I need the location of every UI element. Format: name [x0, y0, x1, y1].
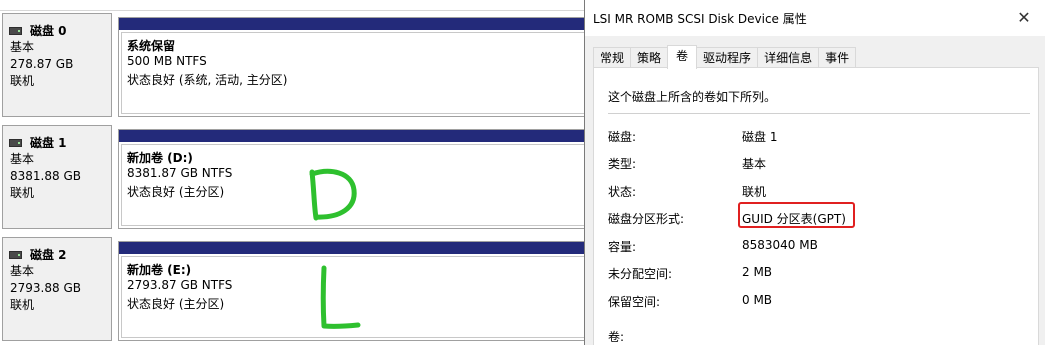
disk-name: 磁盘 1	[30, 136, 67, 150]
volume-state: 状态良好 (系统, 活动, 主分区)	[127, 73, 288, 87]
tab-details[interactable]: 详细信息	[757, 47, 820, 68]
disk-status: 联机	[10, 74, 35, 88]
prop-label-reserved: 保留空间:	[608, 295, 661, 309]
prop-label-capacity: 容量:	[608, 240, 637, 254]
volumes-tab-page: 这个磁盘上所含的卷如下所列。 磁盘: 磁盘 1 类型: 基本 状态: 联机 磁盘…	[593, 67, 1039, 345]
volume-header-bar	[119, 18, 587, 30]
divider	[608, 113, 1030, 114]
disk-type: 基本	[10, 152, 35, 166]
close-icon: ✕	[1017, 7, 1031, 27]
disk-row[interactable]: 磁盘 2 基本 2793.88 GB 联机 新加卷 (E:) 2793.87 G…	[0, 237, 600, 345]
disk-icon	[9, 250, 22, 259]
volume-filesystem: 2793.87 GB NTFS	[127, 278, 233, 292]
close-button[interactable]: ✕	[1011, 4, 1037, 30]
disk-type: 基本	[10, 264, 35, 278]
volume-title: 系统保留	[127, 39, 176, 53]
disk-properties-dialog: LSI MR ROMB SCSI Disk Device 属性 ✕ 常规 策略 …	[584, 0, 1045, 345]
tab-policies[interactable]: 策略	[630, 47, 669, 68]
volume-header-bar	[119, 130, 587, 142]
volumes-list-label: 卷:	[608, 330, 625, 344]
prop-value-status: 联机	[742, 185, 767, 199]
prop-label-unallocated: 未分配空间:	[608, 267, 673, 281]
volumes-intro-text: 这个磁盘上所含的卷如下所列。	[608, 90, 777, 104]
disk-label[interactable]: 磁盘 1 基本 8381.88 GB 联机	[2, 125, 112, 229]
volume-partition[interactable]: 系统保留 500 MB NTFS 状态良好 (系统, 活动, 主分区)	[118, 17, 588, 117]
disk-name: 磁盘 0	[30, 24, 67, 38]
volume-header-bar	[119, 242, 587, 254]
disk-size: 2793.88 GB	[10, 281, 81, 295]
tab-strip: 常规 策略 卷 驱动程序 详细信息 事件	[593, 45, 857, 69]
top-divider	[0, 0, 600, 11]
volume-title: 新加卷 (E:)	[127, 263, 192, 277]
volume-state: 状态良好 (主分区)	[127, 297, 225, 311]
volume-title: 新加卷 (D:)	[127, 151, 193, 165]
disk-size: 8381.88 GB	[10, 169, 81, 183]
disk-icon	[9, 26, 22, 35]
handwritten-d-annotation	[309, 168, 357, 221]
prop-label-type: 类型:	[608, 157, 637, 171]
dialog-title: LSI MR ROMB SCSI Disk Device 属性	[593, 12, 807, 26]
disk-icon	[9, 138, 22, 147]
tab-events[interactable]: 事件	[818, 47, 857, 68]
prop-value-type: 基本	[742, 157, 767, 171]
disk-management-panel: 磁盘 0 基本 278.87 GB 联机 系统保留 500 MB NTFS 状态…	[0, 0, 600, 345]
dialog-titlebar[interactable]: LSI MR ROMB SCSI Disk Device 属性 ✕	[585, 0, 1045, 36]
handwritten-l-annotation	[320, 265, 361, 329]
disk-label[interactable]: 磁盘 0 基本 278.87 GB 联机	[2, 13, 112, 117]
prop-value-capacity: 8583040 MB	[742, 238, 818, 252]
disk-status: 联机	[10, 298, 35, 312]
disk-name-line: 磁盘 1	[9, 134, 67, 151]
volume-body[interactable]: 系统保留 500 MB NTFS 状态良好 (系统, 活动, 主分区)	[121, 32, 585, 114]
prop-value-disk: 磁盘 1	[742, 130, 778, 144]
disk-name-line: 磁盘 0	[9, 22, 67, 39]
disk-row[interactable]: 磁盘 0 基本 278.87 GB 联机 系统保留 500 MB NTFS 状态…	[0, 13, 600, 121]
highlight-box	[738, 202, 855, 228]
prop-label-disk: 磁盘:	[608, 130, 637, 144]
disk-size: 278.87 GB	[10, 57, 74, 71]
prop-value-unallocated: 2 MB	[742, 265, 773, 279]
disk-name-line: 磁盘 2	[9, 246, 67, 263]
volume-filesystem: 500 MB NTFS	[127, 54, 207, 68]
volume-state: 状态良好 (主分区)	[127, 185, 225, 199]
prop-value-reserved: 0 MB	[742, 293, 773, 307]
disk-name: 磁盘 2	[30, 248, 67, 262]
disk-label[interactable]: 磁盘 2 基本 2793.88 GB 联机	[2, 237, 112, 341]
disk-type: 基本	[10, 40, 35, 54]
prop-label-partition-style: 磁盘分区形式:	[608, 212, 685, 226]
disk-status: 联机	[10, 186, 35, 200]
screen: 磁盘 0 基本 278.87 GB 联机 系统保留 500 MB NTFS 状态…	[0, 0, 1045, 345]
tab-driver[interactable]: 驱动程序	[696, 47, 759, 68]
tab-volumes[interactable]: 卷	[667, 45, 698, 69]
tab-general[interactable]: 常规	[593, 47, 632, 68]
prop-label-status: 状态:	[608, 185, 637, 199]
volume-filesystem: 8381.87 GB NTFS	[127, 166, 233, 180]
